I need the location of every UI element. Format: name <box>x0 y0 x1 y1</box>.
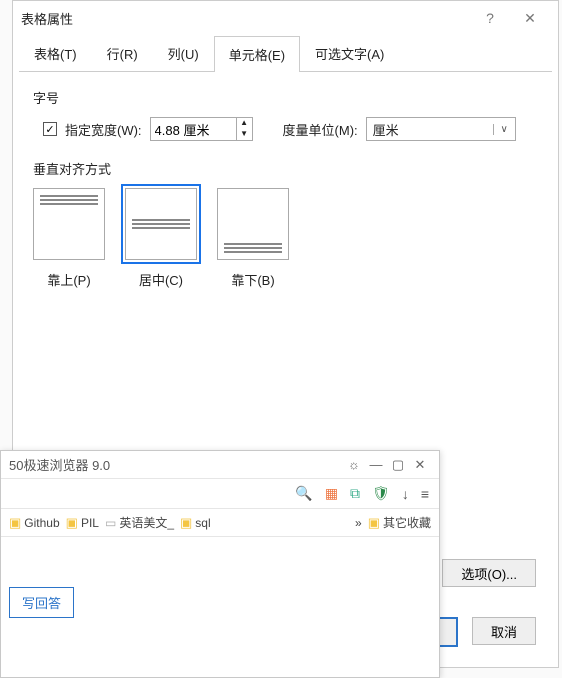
tab-table[interactable]: 表格(T) <box>19 35 92 71</box>
cancel-button[interactable]: 取消 <box>472 617 536 645</box>
unit-value: 厘米 <box>367 120 493 139</box>
bookmark-english[interactable]: ▭英语美文_ <box>105 514 174 531</box>
folder-icon: ▣ <box>180 515 192 531</box>
minimize-button[interactable]: — <box>365 457 387 472</box>
close-button[interactable]: ✕ <box>510 10 550 27</box>
bookmark-expand[interactable]: » <box>355 516 362 530</box>
valign-center-label: 居中(C) <box>139 270 183 289</box>
valign-center[interactable]: 居中(C) <box>125 188 197 289</box>
bookmark-bar: ▣Github ▣PIL ▭英语美文_ ▣sql » ▣其它收藏 <box>1 509 439 537</box>
dialog-content: 字号 ✓ 指定宽度(W): ▲ ▼ 度量单位(M): 厘米 ∨ 垂直对齐方式 <box>13 72 558 305</box>
options-button[interactable]: 选项(O)... <box>442 559 536 587</box>
apps-icon[interactable]: ▦ <box>325 485 338 502</box>
width-input[interactable] <box>151 118 236 140</box>
valign-top-label: 靠上(P) <box>47 270 90 289</box>
browser-title: 50极速浏览器 9.0 <box>9 455 343 474</box>
valign-top[interactable]: 靠上(P) <box>33 188 105 289</box>
valign-top-icon <box>33 188 105 260</box>
maximize-button[interactable]: ▢ <box>387 457 409 473</box>
tab-col[interactable]: 列(U) <box>153 35 214 71</box>
size-section-label: 字号 <box>33 88 538 107</box>
browser-toolbar: 🔍 ▦ ⧉ 🛡 ↓ ≡ <box>1 479 439 509</box>
chevron-down-icon: ∨ <box>493 124 515 135</box>
unit-label: 度量单位(M): <box>283 120 358 139</box>
download-icon[interactable]: ⧉ <box>350 485 360 502</box>
help-button[interactable]: ? <box>470 10 510 26</box>
skin-icon[interactable]: ☼ <box>343 457 365 472</box>
folder-icon: ▣ <box>66 515 78 531</box>
write-answer-button[interactable]: 写回答 <box>9 587 74 618</box>
bookmark-github[interactable]: ▣Github <box>9 515 60 531</box>
valign-section-label: 垂直对齐方式 <box>33 159 538 178</box>
search-icon[interactable]: 🔍 <box>295 485 312 502</box>
tab-strip: 表格(T) 行(R) 列(U) 单元格(E) 可选文字(A) <box>19 35 552 72</box>
browser-titlebar: 50极速浏览器 9.0 ☼ — ▢ ✕ <box>1 451 439 479</box>
down-arrow-icon[interactable]: ↓ <box>402 486 409 502</box>
dialog-title: 表格属性 <box>21 9 470 28</box>
spinner-down-icon[interactable]: ▼ <box>237 129 252 140</box>
tab-cell[interactable]: 单元格(E) <box>214 36 300 72</box>
bookmark-pil[interactable]: ▣PIL <box>66 515 99 531</box>
width-spinner[interactable]: ▲ ▼ <box>150 117 253 141</box>
tab-alt[interactable]: 可选文字(A) <box>300 35 399 71</box>
bookmark-sql[interactable]: ▣sql <box>180 515 211 531</box>
tab-row[interactable]: 行(R) <box>92 35 153 71</box>
page-icon: ▭ <box>105 516 116 530</box>
valign-bottom[interactable]: 靠下(B) <box>217 188 289 289</box>
unit-dropdown[interactable]: 厘米 ∨ <box>366 117 516 141</box>
specify-width-label: 指定宽度(W): <box>65 120 142 139</box>
spinner-up-icon[interactable]: ▲ <box>237 118 252 129</box>
valign-bottom-label: 靠下(B) <box>231 270 274 289</box>
browser-close-button[interactable]: ✕ <box>409 457 431 473</box>
folder-icon: ▣ <box>9 515 21 531</box>
folder-icon: ▣ <box>368 515 380 531</box>
specify-width-checkbox[interactable]: ✓ <box>43 122 57 136</box>
dialog-titlebar: 表格属性 ? ✕ <box>13 1 558 35</box>
menu-icon[interactable]: ≡ <box>421 486 429 502</box>
browser-window: 50极速浏览器 9.0 ☼ — ▢ ✕ 🔍 ▦ ⧉ 🛡 ↓ ≡ ▣Github … <box>0 450 440 678</box>
shield-icon[interactable]: 🛡 <box>372 485 390 502</box>
bookmark-other[interactable]: ▣其它收藏 <box>368 514 431 531</box>
valign-bottom-icon <box>217 188 289 260</box>
valign-center-icon <box>125 188 197 260</box>
